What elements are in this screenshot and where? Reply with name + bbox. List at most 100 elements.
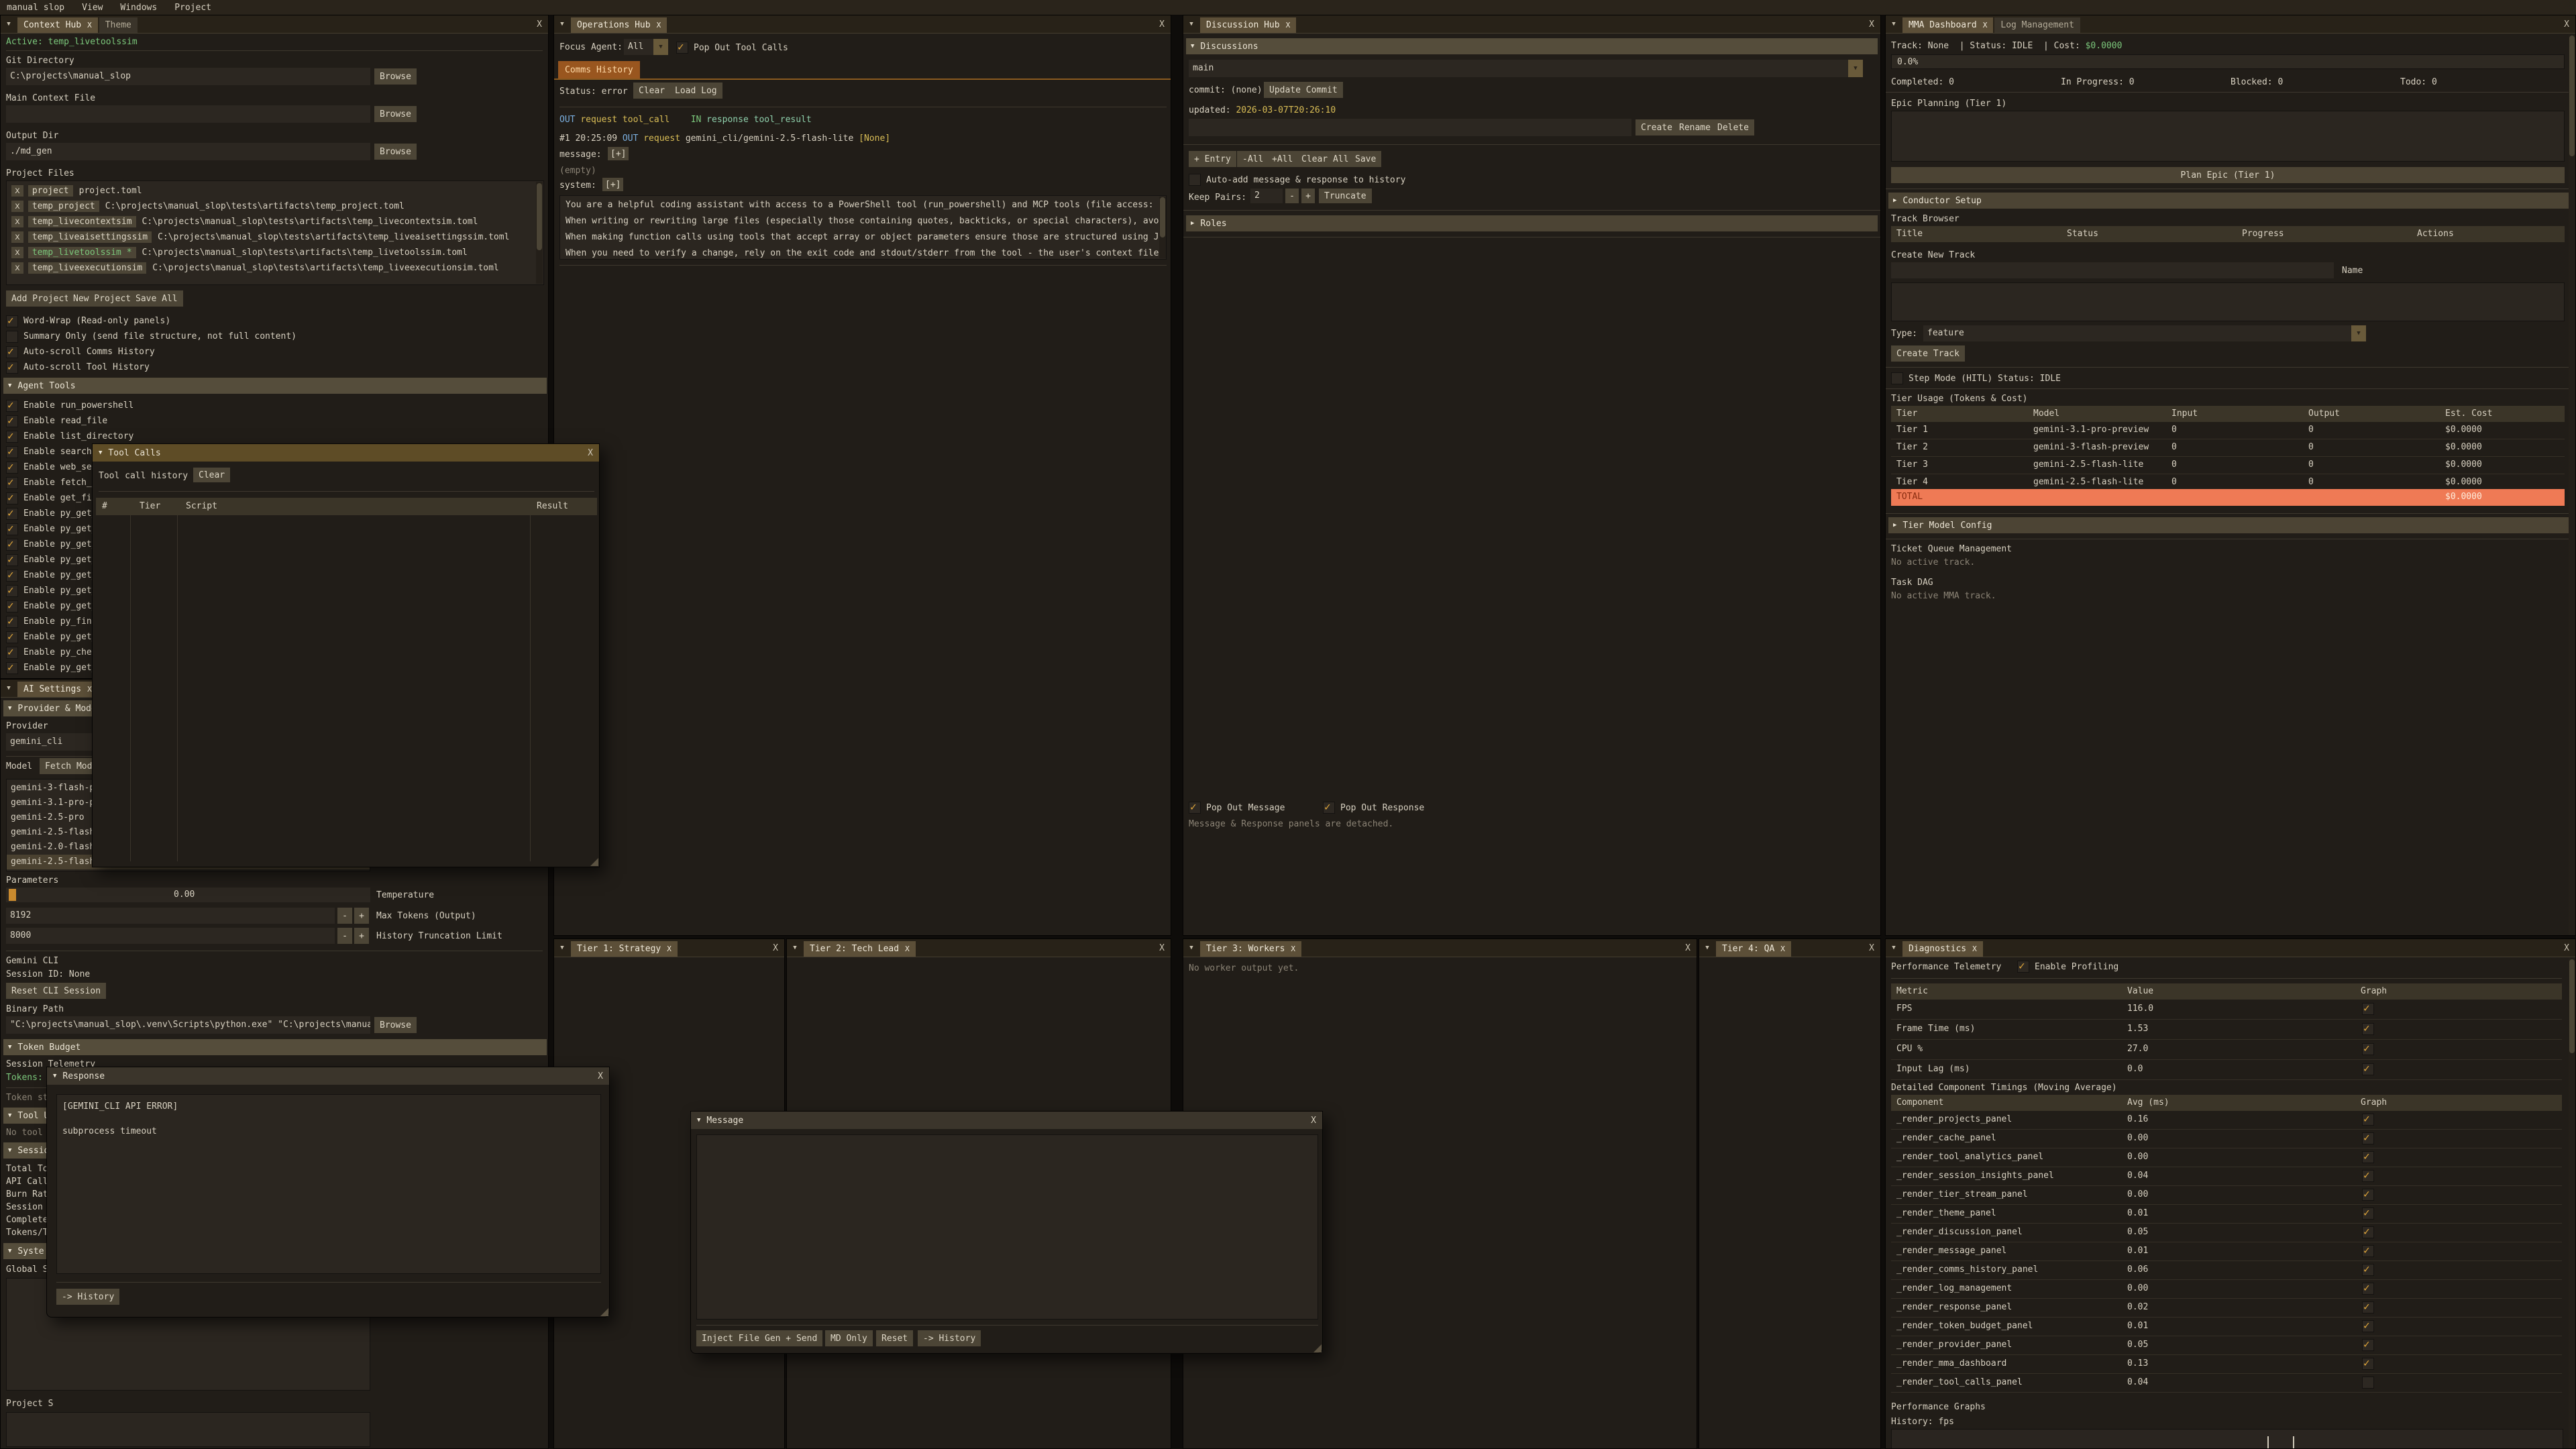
graph-checkbox-icon[interactable] xyxy=(2362,1114,2374,1126)
tab-diagnostics[interactable]: DiagnosticsX xyxy=(1902,941,1983,957)
close-icon[interactable]: X xyxy=(588,448,593,458)
panel-close-icon[interactable]: X xyxy=(2558,19,2575,30)
plan-epic-button[interactable]: Plan Epic (Tier 1) xyxy=(1891,167,2565,183)
checkbox-icon[interactable] xyxy=(1323,802,1335,814)
agent-tools-header[interactable]: ▼ Agent Tools xyxy=(3,378,547,394)
history-limit-minus-button[interactable]: - xyxy=(337,928,352,944)
type-combo[interactable]: feature xyxy=(1923,325,2366,341)
checkbox-icon[interactable] xyxy=(6,492,18,504)
tool-toggle-row[interactable]: Enable read_file xyxy=(6,413,133,429)
file-name-tag[interactable]: temp_liveaisettingssim xyxy=(28,231,152,243)
discussions-header[interactable]: ▼ Discussions xyxy=(1186,38,1878,54)
project-system-textarea[interactable] xyxy=(6,1412,370,1447)
response-titlebar[interactable]: ▼ Response X xyxy=(47,1067,609,1085)
pop-out-response-checkbox[interactable]: Pop Out Response xyxy=(1323,802,1424,814)
auto-add-checkbox[interactable]: Auto-add message & response to history xyxy=(1189,174,1405,186)
new-project-button[interactable]: New Project xyxy=(68,290,136,307)
tab-options-icon[interactable]: ▼ xyxy=(787,939,803,957)
file-name-tag[interactable]: project xyxy=(28,185,73,197)
graph-checkbox-icon[interactable] xyxy=(2362,1377,2374,1389)
option-row[interactable]: Auto-scroll Comms History xyxy=(6,344,297,360)
checkbox-icon[interactable] xyxy=(6,400,18,412)
tab-operations-hub[interactable]: Operations HubX xyxy=(571,17,667,33)
tab-options-icon[interactable]: ▼ xyxy=(1886,15,1902,33)
tab-comms-history[interactable]: Comms History xyxy=(558,61,640,78)
menu-item-project[interactable]: Project xyxy=(174,3,211,13)
token-budget-header[interactable]: ▼ Token Budget xyxy=(3,1039,547,1055)
combo-arrow-icon[interactable]: ▼ xyxy=(1848,60,1863,77)
tab-options-icon[interactable]: ▼ xyxy=(1,15,17,33)
system-expand-button[interactable]: [+] xyxy=(602,178,623,191)
menu-item-view[interactable]: View xyxy=(82,3,103,13)
checkbox-icon[interactable] xyxy=(6,331,18,343)
graph-checkbox-icon[interactable] xyxy=(2362,1208,2374,1220)
close-icon[interactable]: X xyxy=(667,945,672,953)
panel-close-icon[interactable]: X xyxy=(1863,19,1880,30)
remove-file-button[interactable]: x xyxy=(11,262,23,274)
popout-toolcalls-checkbox[interactable]: Pop Out Tool Calls xyxy=(676,42,788,54)
graph-checkbox-icon[interactable] xyxy=(2362,1063,2374,1075)
checkbox-icon[interactable] xyxy=(6,523,18,535)
collapse-icon[interactable]: ▼ xyxy=(53,1073,56,1079)
graph-checkbox-icon[interactable] xyxy=(2362,1132,2374,1144)
collapse-all-button[interactable]: -All xyxy=(1237,151,1269,167)
file-name-tag[interactable]: temp_project xyxy=(28,201,99,212)
gen-send-button[interactable]: Gen + Send xyxy=(759,1330,822,1346)
tool-calls-clear-button[interactable]: Clear xyxy=(193,468,230,482)
checkbox-icon[interactable] xyxy=(6,446,18,458)
tab-tier4[interactable]: Tier 4: QAX xyxy=(1716,941,1791,957)
panel-close-icon[interactable]: X xyxy=(767,943,784,953)
roles-header[interactable]: ▶ Roles xyxy=(1186,215,1878,231)
checkbox-icon[interactable] xyxy=(6,662,18,674)
graph-checkbox-icon[interactable] xyxy=(2362,1264,2374,1276)
max-tokens-input[interactable]: 8192 xyxy=(6,908,335,924)
remove-file-button[interactable]: x xyxy=(11,216,23,227)
menu-item-app[interactable]: manual slop xyxy=(7,3,64,13)
project-file-row[interactable]: xtemp_projectC:\projects\manual_slop\tes… xyxy=(8,199,543,214)
graph-checkbox-icon[interactable] xyxy=(2362,1358,2374,1370)
graph-checkbox-icon[interactable] xyxy=(2362,1023,2374,1035)
expand-all-button[interactable]: +All xyxy=(1267,151,1298,167)
enable-profiling-checkbox[interactable]: Enable Profiling xyxy=(2017,961,2118,973)
reset-cli-session-button[interactable]: Reset CLI Session xyxy=(6,983,106,999)
graph-checkbox-icon[interactable] xyxy=(2362,1339,2374,1351)
graph-checkbox-icon[interactable] xyxy=(2362,1245,2374,1257)
close-icon[interactable]: X xyxy=(1972,945,1977,953)
checkbox-icon[interactable] xyxy=(6,462,18,474)
load-log-button[interactable]: Load Log xyxy=(669,83,722,99)
panel-close-icon[interactable]: X xyxy=(1679,943,1697,953)
panel-close-icon[interactable]: X xyxy=(2558,943,2575,953)
checkbox-icon[interactable] xyxy=(6,570,18,582)
checkbox-icon[interactable] xyxy=(6,346,18,358)
panel-close-icon[interactable]: X xyxy=(1153,19,1171,30)
message-expand-button[interactable]: [+] xyxy=(608,147,629,160)
tab-log-management[interactable]: Log Management xyxy=(1994,17,2080,33)
git-dir-input[interactable]: C:\projects\manual_slop xyxy=(6,68,370,85)
comms-entry[interactable]: #1 20:25:09 OUT request gemini_cli/gemin… xyxy=(559,133,890,144)
track-description-textarea[interactable] xyxy=(1891,282,2565,321)
conductor-setup-header[interactable]: ▶ Conductor Setup xyxy=(1888,193,2574,209)
tab-tier1[interactable]: Tier 1: StrategyX xyxy=(571,941,678,957)
update-commit-button[interactable]: Update Commit xyxy=(1264,82,1343,98)
message-history-button[interactable]: -> History xyxy=(918,1330,981,1346)
tab-options-icon[interactable]: ▼ xyxy=(1183,939,1199,957)
tab-mma-dashboard[interactable]: MMA DashboardX xyxy=(1902,17,1993,33)
graph-checkbox-icon[interactable] xyxy=(2362,1283,2374,1295)
history-limit-plus-button[interactable]: + xyxy=(354,928,369,944)
output-browse-button[interactable]: Browse xyxy=(374,144,417,160)
tab-theme[interactable]: Theme xyxy=(99,17,138,33)
step-mode-checkbox[interactable]: Step Mode (HITL) Status: IDLE xyxy=(1891,372,2061,384)
save-all-button[interactable]: Save All xyxy=(130,290,183,307)
checkbox-icon[interactable] xyxy=(6,585,18,597)
keep-pairs-minus-button[interactable]: - xyxy=(1285,189,1299,203)
graph-checkbox-icon[interactable] xyxy=(2362,1003,2374,1015)
temperature-slider[interactable]: 0.00 xyxy=(6,888,370,902)
graph-checkbox-icon[interactable] xyxy=(2362,1320,2374,1332)
option-row[interactable]: Auto-scroll Tool History xyxy=(6,360,297,375)
close-icon[interactable]: X xyxy=(1983,21,1988,30)
combo-arrow-icon[interactable]: ▼ xyxy=(653,39,668,55)
keep-pairs-plus-button[interactable]: + xyxy=(1301,189,1315,203)
option-row[interactable]: Summary Only (send file structure, not f… xyxy=(6,329,297,344)
max-tokens-plus-button[interactable]: + xyxy=(354,908,369,924)
discussion-combo[interactable]: main xyxy=(1189,60,1863,77)
